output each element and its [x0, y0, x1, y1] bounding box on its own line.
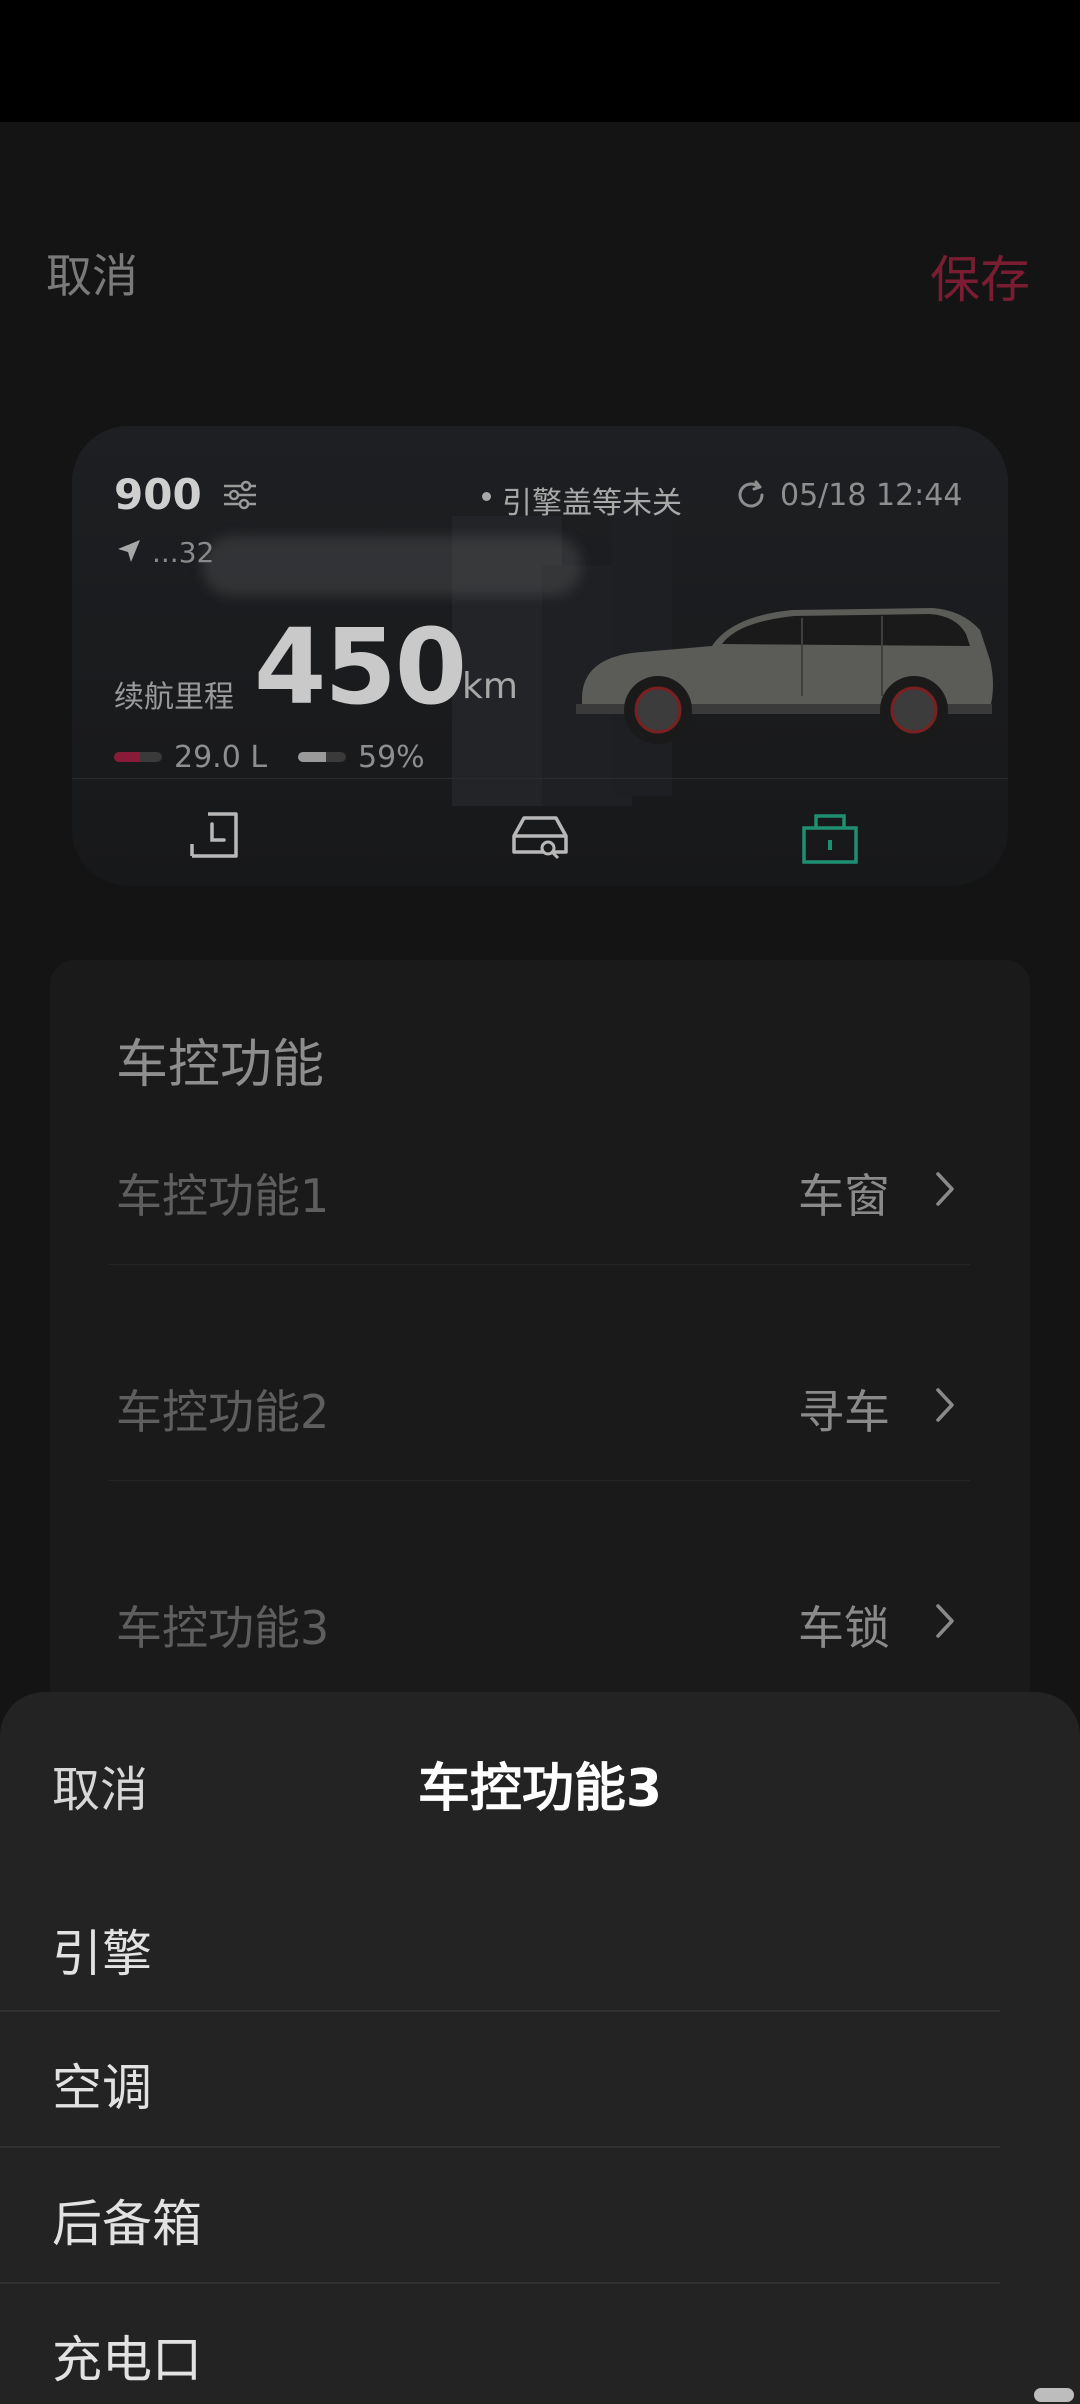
chevron-right-icon: [936, 1172, 954, 1206]
function-label: 车控功能3: [116, 1601, 330, 1655]
chevron-right-icon: [936, 1604, 954, 1638]
cancel-button[interactable]: 取消: [46, 240, 138, 306]
option-label: 后备箱: [52, 2195, 202, 2253]
settings-sliders-icon[interactable]: [222, 480, 258, 510]
battery-value: 59%: [358, 740, 425, 775]
option-label: 充电口: [52, 2331, 202, 2389]
address-blur: [202, 536, 582, 596]
chevron-right-icon: [936, 1388, 954, 1422]
function-label: 车控功能2: [116, 1385, 330, 1439]
timestamp: 05/18 12:44: [780, 478, 963, 513]
function-value: 寻车: [798, 1385, 890, 1439]
save-button[interactable]: 保存: [930, 240, 1030, 312]
fuel-value: 29.0 L: [174, 740, 268, 775]
functions-title: 车控功能: [116, 1035, 325, 1095]
sheet-option-charge-port[interactable]: 充电口: [0, 2284, 1080, 2404]
alert-text: 引擎盖等未关: [502, 486, 682, 521]
function-value: 车窗: [798, 1169, 890, 1223]
sheet-title: 车控功能3: [417, 1759, 663, 1819]
functions-panel: 车控功能 车控功能1 车窗 车控功能2 寻车 车控功能3 车锁: [50, 960, 1030, 1720]
location-address: ...32: [152, 536, 215, 569]
home-indicator: [1034, 2388, 1074, 2402]
fuel-level-bar: [114, 752, 162, 762]
vehicle-model: 900: [114, 470, 202, 519]
card-divider: [72, 778, 1008, 779]
fuel-level-fill: [114, 752, 141, 762]
refresh-icon[interactable]: [734, 478, 768, 512]
vehicle-card: 900 引擎盖等未关 05/18 12:44 ...32 续航里程 450 km…: [72, 426, 1008, 886]
car-search-icon[interactable]: [508, 804, 572, 868]
range-unit: km: [462, 666, 518, 707]
range-value: 450: [254, 606, 467, 728]
function-row-2[interactable]: 车控功能2 寻车: [50, 1376, 1030, 1576]
battery-level-fill: [298, 752, 327, 762]
function-row-1[interactable]: 车控功能1 车窗: [50, 1160, 1030, 1360]
alert-dot: [482, 492, 491, 501]
status-bar: [0, 0, 1080, 122]
battery-level-bar: [298, 752, 346, 762]
history-icon[interactable]: [182, 804, 246, 868]
car-image: [576, 608, 993, 744]
sheet-option-engine[interactable]: 引擎: [0, 1878, 1080, 2012]
function-label: 车控功能1: [116, 1169, 330, 1223]
option-label: 引擎: [52, 1925, 152, 1983]
sheet-option-trunk[interactable]: 后备箱: [0, 2148, 1080, 2284]
option-label: 空调: [52, 2059, 152, 2117]
function-value: 车锁: [798, 1601, 890, 1655]
location-arrow-icon: [118, 540, 140, 562]
row-divider: [108, 1480, 970, 1481]
option-sheet: 取消 车控功能3 引擎 空调 后备箱 充电口: [0, 1692, 1080, 2404]
range-label: 续航里程: [114, 680, 234, 715]
lock-icon[interactable]: [798, 804, 862, 868]
top-bar: [0, 122, 1080, 422]
row-divider: [108, 1264, 970, 1265]
sheet-option-ac[interactable]: 空调: [0, 2012, 1080, 2148]
